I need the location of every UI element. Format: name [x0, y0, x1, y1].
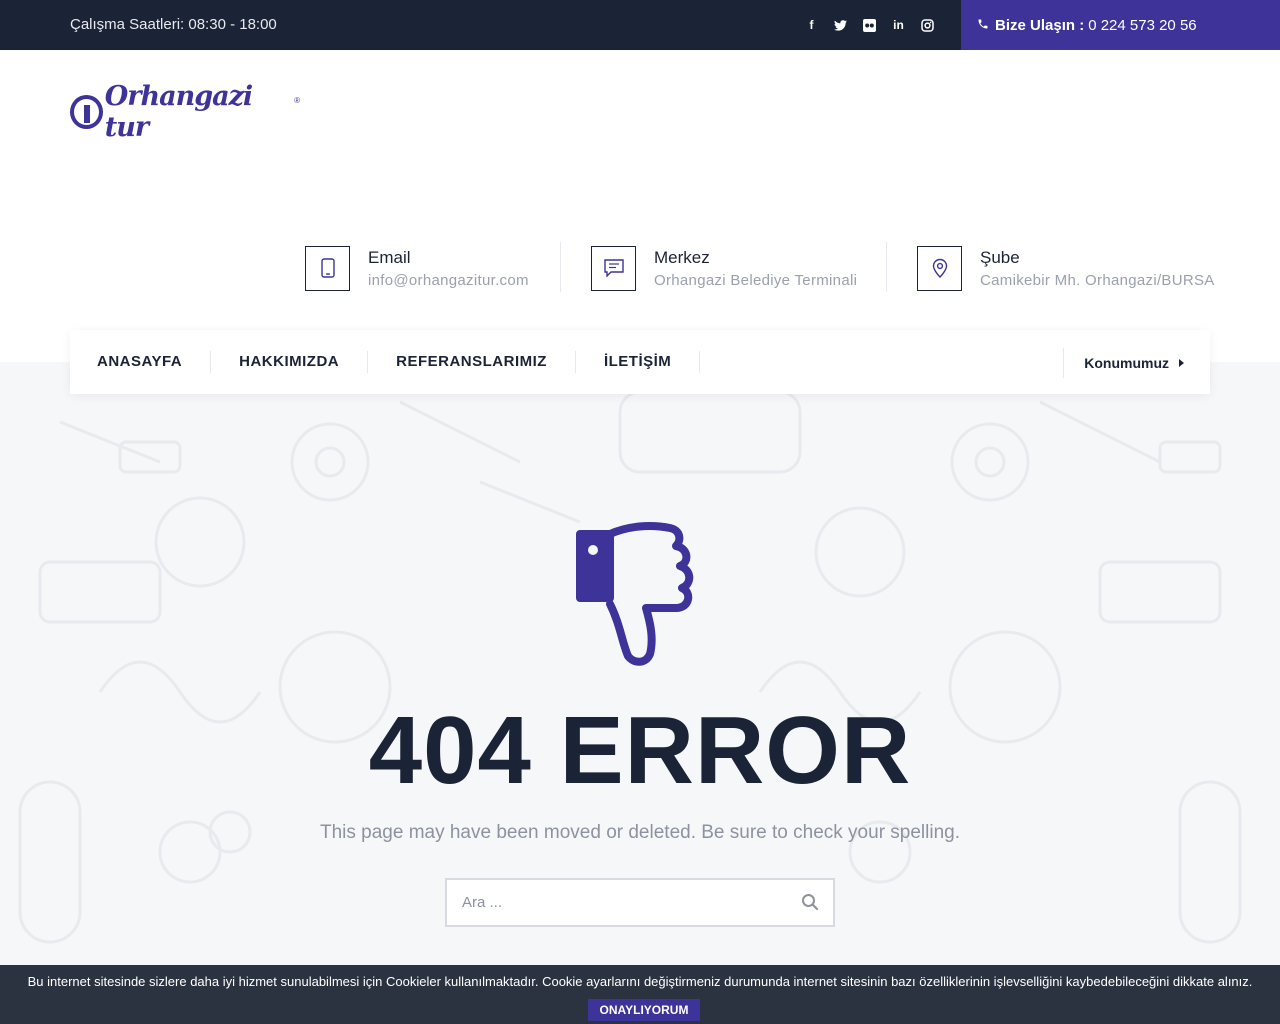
info-merkez: Merkez Orhangazi Belediye Terminali [591, 242, 857, 294]
phone-icon [977, 18, 989, 33]
info-subtitle[interactable]: info@orhangazitur.com [368, 272, 529, 289]
thumbs-down-icon [576, 522, 694, 666]
contact-phone[interactable]: Bize Ulaşın : 0 224 573 20 56 [961, 0, 1280, 50]
logo-mark-icon [70, 95, 103, 129]
divider [560, 242, 561, 292]
flickr-icon[interactable] [862, 18, 877, 33]
linkedin-icon[interactable]: in [891, 18, 906, 33]
logo-text: Orhangazi tur [104, 81, 253, 143]
social-links: f in [804, 0, 935, 50]
nav-item-iletisim[interactable]: İLETİŞİM [576, 351, 701, 373]
search-form [445, 878, 835, 927]
facebook-icon[interactable]: f [804, 18, 819, 33]
top-bar: Çalışma Saatleri: 08:30 - 18:00 f in Biz… [0, 0, 1280, 50]
cookie-banner: Bu internet sitesinde sizlere daha iyi h… [0, 965, 1280, 1024]
location-button[interactable]: Konumumuz [1063, 348, 1210, 378]
cookie-text: Bu internet sitesinde sizlere daha iyi h… [27, 974, 1253, 989]
search-icon[interactable] [801, 893, 821, 913]
location-label: Konumumuz [1084, 355, 1169, 371]
logo-registered-mark: ® [294, 96, 300, 105]
caret-right-icon [1179, 359, 1184, 367]
info-subtitle: Camikebir Mh. Orhangazi/BURSA [980, 271, 1215, 289]
contact-phone-number: 0 224 573 20 56 [1088, 16, 1197, 34]
nav-item-hakkimizda[interactable]: HAKKIMIZDA [211, 351, 369, 373]
nav-item-anasayfa[interactable]: ANASAYFA [70, 351, 212, 373]
twitter-icon[interactable] [833, 18, 848, 33]
message-icon [591, 245, 636, 291]
main-nav: ANASAYFA HAKKIMIZDA REFERANSLARIMIZ İLET… [70, 330, 1210, 394]
cookie-accept-button[interactable]: ONAYLIYORUM [587, 998, 701, 1021]
contact-label: Bize Ulaşın : [995, 16, 1085, 34]
info-title: Merkez [654, 247, 710, 267]
search-input[interactable] [447, 880, 777, 925]
site-logo[interactable]: Orhangazi tur ® [70, 81, 300, 143]
info-sube: Şube Camikebir Mh. Orhangazi/BURSA [917, 242, 1215, 294]
info-email: Email info@orhangazitur.com [305, 242, 529, 294]
divider [886, 242, 887, 292]
phone-icon [305, 245, 350, 291]
error-title: 404 ERROR [368, 697, 912, 804]
nav-item-referanslarimiz[interactable]: REFERANSLARIMIZ [368, 351, 576, 373]
info-title: Email [368, 247, 411, 267]
info-subtitle: Orhangazi Belediye Terminali [654, 271, 858, 289]
location-pin-icon [917, 245, 962, 291]
working-hours: Çalışma Saatleri: 08:30 - 18:00 [70, 16, 277, 33]
error-message: This page may have been moved or deleted… [319, 822, 961, 843]
instagram-icon[interactable] [920, 18, 935, 33]
info-title: Şube [980, 247, 1020, 267]
